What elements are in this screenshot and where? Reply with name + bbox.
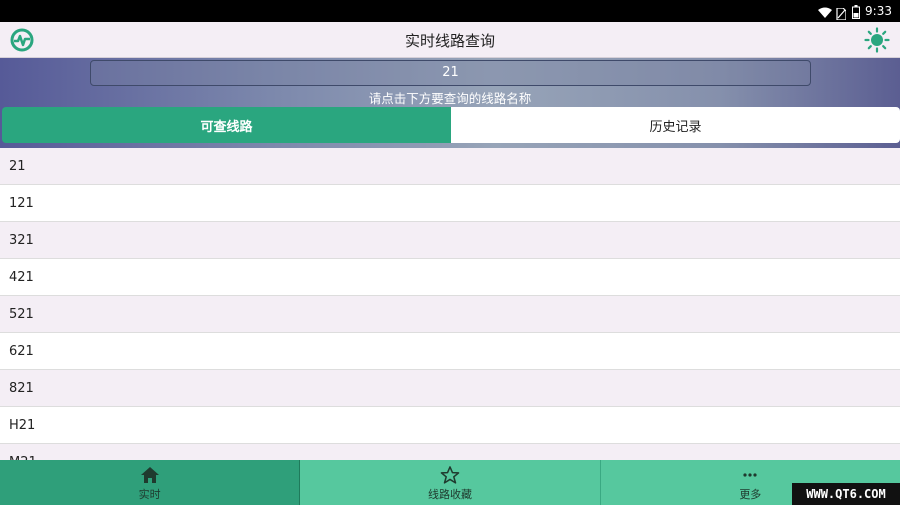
- segment-tabs: 可查线路 历史记录: [2, 107, 900, 143]
- tab-history[interactable]: 历史记录: [451, 107, 900, 143]
- nav-realtime[interactable]: 实时: [0, 460, 301, 505]
- page-title: 实时线路查询: [404, 32, 495, 50]
- battery-icon: [852, 4, 860, 23]
- status-time: 9:33: [865, 4, 892, 18]
- search-hint: 请点击下方要查询的线路名称: [368, 91, 532, 106]
- list-item[interactable]: 621: [0, 333, 900, 370]
- search-input[interactable]: 21: [90, 60, 811, 86]
- bottom-nav: 实时 线路收藏 更多: [0, 460, 900, 505]
- star-icon: [440, 466, 460, 484]
- app-bar: 实时线路查询: [0, 22, 900, 58]
- list-item[interactable]: 421: [0, 259, 900, 296]
- list-item[interactable]: 521: [0, 296, 900, 333]
- sun-icon[interactable]: [864, 27, 890, 53]
- list-item[interactable]: M21: [0, 444, 900, 460]
- nav-label: 更多: [739, 488, 762, 501]
- nav-label: 实时: [138, 488, 161, 501]
- list-item[interactable]: 21: [0, 148, 900, 185]
- list-item[interactable]: H21: [0, 407, 900, 444]
- home-icon: [140, 466, 160, 484]
- route-list: 21 121 321 421 521 621 821 H21 M21: [0, 148, 900, 460]
- list-item[interactable]: 321: [0, 222, 900, 259]
- nav-favorites[interactable]: 线路收藏: [300, 460, 601, 505]
- tab-available-routes[interactable]: 可查线路: [2, 107, 451, 143]
- wifi-icon: [818, 4, 832, 23]
- list-item[interactable]: 821: [0, 370, 900, 407]
- watermark: WWW.QT6.COM: [792, 483, 900, 505]
- status-bar: 9:33: [0, 0, 900, 22]
- nav-label: 线路收藏: [427, 488, 472, 501]
- list-item[interactable]: 121: [0, 185, 900, 222]
- more-icon: [740, 466, 760, 484]
- search-banner: 21 请点击下方要查询的线路名称 可查线路 历史记录: [0, 58, 900, 148]
